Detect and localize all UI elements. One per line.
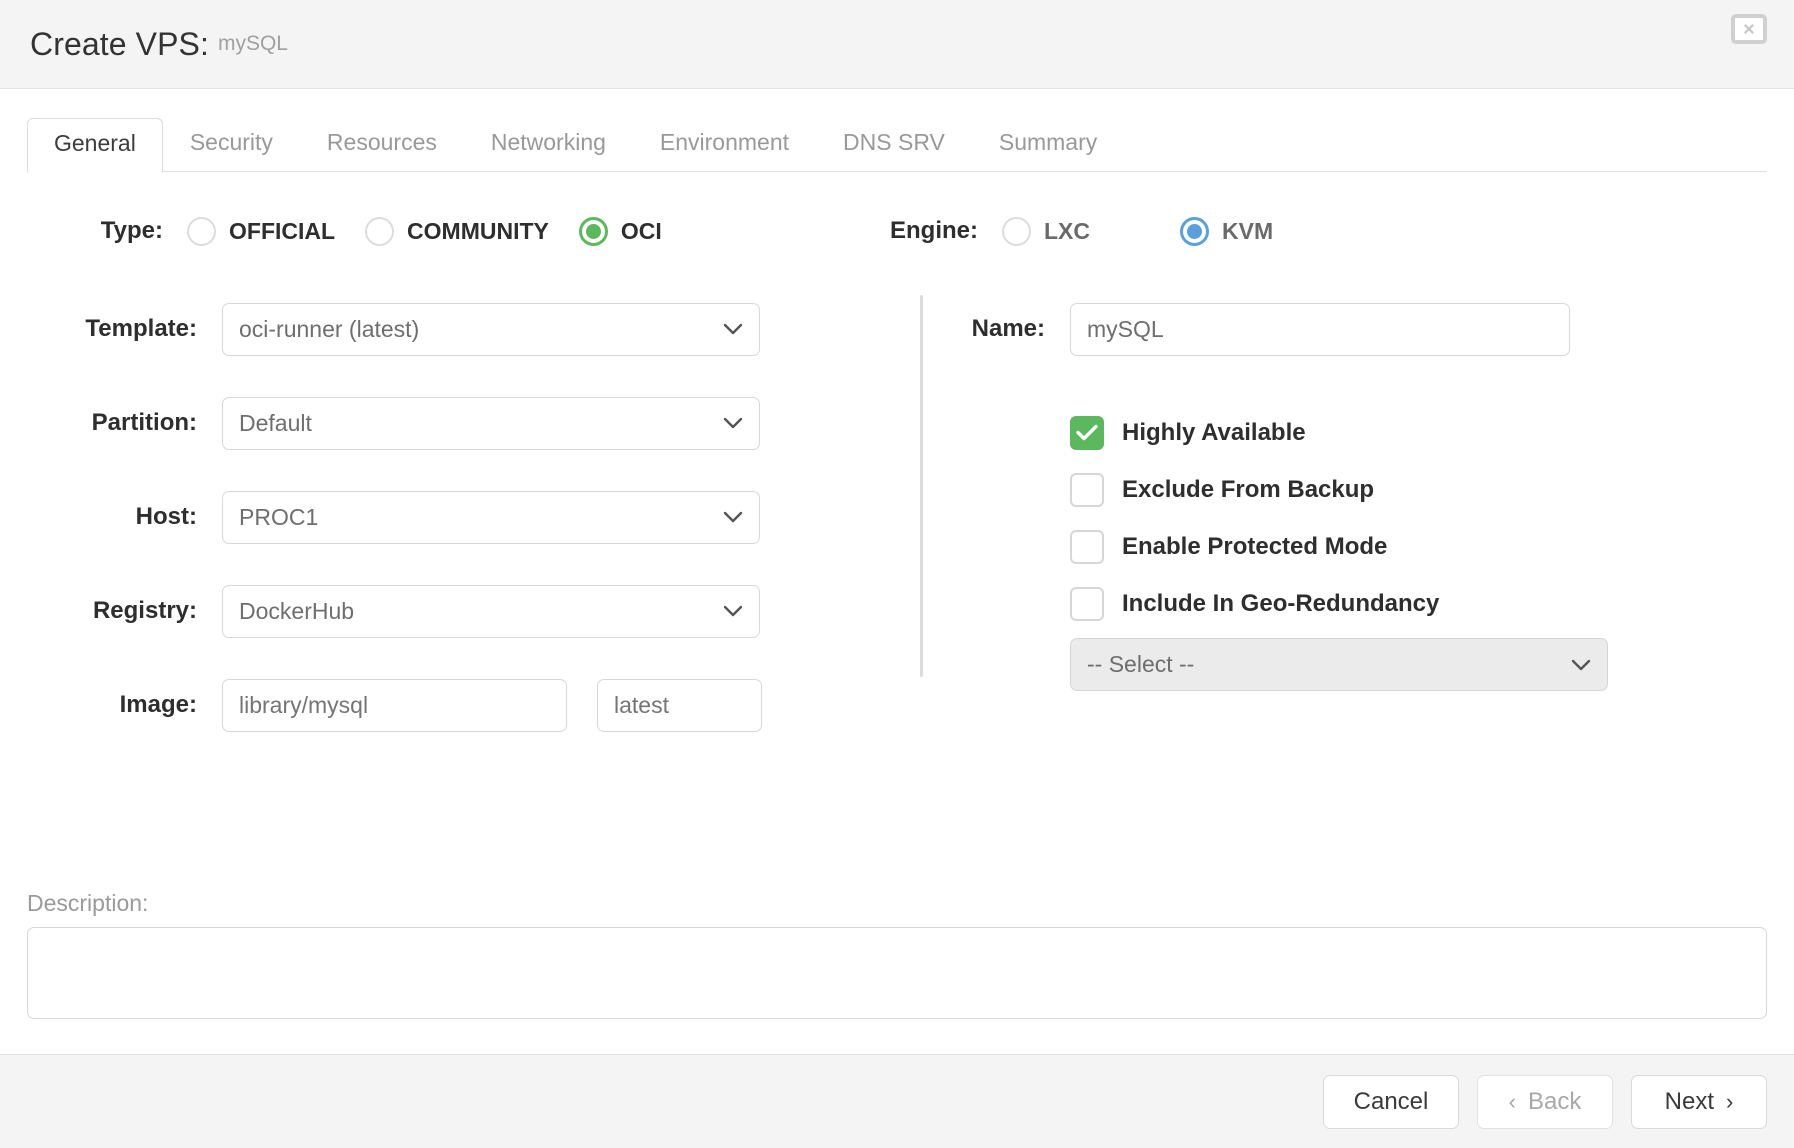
name-label: Name: (971, 315, 1045, 342)
name-input[interactable] (1070, 302, 1570, 356)
checkbox-enable-protected-mode-icon (1070, 529, 1104, 564)
dialog-body: Type: OFFICIAL COMMUNITY OCI Engine: LXC… (0, 172, 1794, 1054)
right-column: Name: Highly Available Ex (842, 282, 1767, 722)
radio-oci[interactable]: OCI (578, 216, 662, 246)
radio-kvm[interactable]: KVM (1180, 216, 1274, 246)
tab-environment[interactable]: Environment (633, 117, 816, 172)
host-select[interactable]: PROC1 (222, 490, 760, 544)
partition-select[interactable]: Default (222, 396, 760, 450)
tab-networking[interactable]: Networking (464, 117, 633, 172)
radio-lxc[interactable]: LXC (1002, 216, 1090, 246)
chevron-down-icon (723, 605, 743, 617)
chevron-left-icon: ‹ (1508, 1088, 1516, 1114)
cancel-button-label: Cancel (1353, 1087, 1429, 1115)
tab-security[interactable]: Security (163, 117, 300, 172)
engine-group: Engine: LXC KVM (842, 216, 1767, 246)
engine-label: Engine: (890, 217, 978, 244)
radio-official[interactable]: OFFICIAL (187, 216, 336, 246)
back-button-label: Back (1527, 1087, 1582, 1115)
radio-lxc-label: LXC (1044, 217, 1090, 244)
host-label: Host: (135, 503, 197, 530)
radio-kvm-label: KVM (1222, 217, 1274, 244)
type-engine-row: Type: OFFICIAL COMMUNITY OCI Engine: LXC… (27, 194, 1767, 268)
radio-oci-icon (578, 216, 608, 246)
next-button-label: Next (1664, 1087, 1715, 1115)
page-title-subject: mySQL (217, 32, 288, 55)
description-section: Description: (27, 890, 1767, 1024)
radio-community-label: COMMUNITY (407, 217, 549, 244)
template-select[interactable]: oci-runner (latest) (222, 302, 760, 356)
type-label: Type: (100, 217, 163, 244)
checkbox-highly-available-label: Highly Available (1122, 418, 1306, 446)
radio-official-label: OFFICIAL (229, 217, 336, 244)
checkbox-exclude-from-backup-icon (1070, 472, 1104, 507)
chevron-right-icon: › (1726, 1088, 1734, 1114)
image-label: Image: (119, 691, 197, 718)
radio-oci-label: OCI (620, 217, 662, 244)
chevron-down-icon (723, 511, 743, 523)
column-divider (920, 295, 923, 677)
host-value: PROC1 (239, 503, 319, 530)
template-label: Template: (85, 315, 197, 342)
checkbox-highly-available[interactable]: Highly Available (1070, 404, 1767, 461)
checkbox-enable-protected-mode[interactable]: Enable Protected Mode (1070, 518, 1767, 575)
checkbox-exclude-from-backup[interactable]: Exclude From Backup (1070, 461, 1767, 518)
radio-lxc-icon (1002, 216, 1031, 246)
page-title: Create VPS: (30, 25, 209, 62)
next-button[interactable]: Next › (1631, 1074, 1767, 1129)
checkbox-exclude-from-backup-label: Exclude From Backup (1122, 475, 1375, 503)
checkbox-enable-protected-mode-label: Enable Protected Mode (1122, 532, 1388, 560)
type-group: Type: OFFICIAL COMMUNITY OCI (27, 216, 842, 246)
registry-select[interactable]: DockerHub (222, 584, 760, 638)
tab-resources[interactable]: Resources (300, 117, 464, 172)
form-columns: Template: oci-runner (latest) Partition:… (27, 282, 1767, 732)
partition-value: Default (239, 409, 312, 436)
registry-value: DockerHub (239, 597, 355, 624)
checkbox-include-in-geo-redundancy-label: Include In Geo-Redundancy (1122, 589, 1440, 617)
template-value: oci-runner (latest) (239, 315, 420, 342)
create-vps-dialog: Create VPS: mySQL General Security Resou… (0, 0, 1794, 1148)
radio-official-icon (187, 216, 216, 246)
description-label: Description: (27, 890, 149, 916)
partition-row: Partition: Default (27, 376, 842, 470)
template-row: Template: oci-runner (latest) (27, 282, 842, 376)
back-button[interactable]: ‹ Back (1477, 1074, 1613, 1129)
radio-kvm-icon (1180, 216, 1209, 246)
tab-bar: General Security Resources Networking En… (0, 89, 1794, 173)
registry-label: Registry: (92, 597, 197, 624)
description-textarea[interactable] (27, 927, 1767, 1019)
name-row: Name: (940, 282, 1767, 376)
close-x-glyph (1744, 24, 1754, 34)
close-icon[interactable] (1731, 14, 1767, 44)
geo-redundancy-value: -- Select -- (1087, 651, 1195, 677)
image-repo-input[interactable] (222, 678, 567, 732)
tab-dns-srv[interactable]: DNS SRV (816, 117, 972, 172)
partition-label: Partition: (91, 409, 197, 436)
tab-summary[interactable]: Summary (972, 117, 1124, 172)
chevron-down-icon (723, 417, 743, 429)
image-tag-input[interactable] (597, 678, 762, 732)
host-row: Host: PROC1 (27, 470, 842, 564)
checkbox-highly-available-icon (1070, 415, 1104, 450)
radio-community[interactable]: COMMUNITY (365, 216, 549, 246)
check-icon (1076, 424, 1098, 441)
dialog-header: Create VPS: mySQL (0, 0, 1794, 89)
left-column: Template: oci-runner (latest) Partition:… (27, 282, 842, 732)
image-row: Image: (27, 658, 842, 752)
chevron-down-icon (723, 323, 743, 335)
checkbox-include-in-geo-redundancy[interactable]: Include In Geo-Redundancy (1070, 575, 1767, 632)
chevron-down-icon (1571, 659, 1591, 670)
geo-redundancy-select[interactable]: -- Select -- (1070, 638, 1608, 691)
options-checkbox-list: Highly Available Exclude From Backup Ena… (1070, 404, 1767, 691)
cancel-button[interactable]: Cancel (1323, 1074, 1459, 1129)
radio-community-icon (365, 216, 395, 246)
tab-general[interactable]: General (27, 118, 163, 173)
registry-row: Registry: DockerHub (27, 564, 842, 658)
checkbox-include-in-geo-redundancy-icon (1070, 586, 1104, 621)
dialog-footer: Cancel ‹ Back Next › (0, 1054, 1794, 1148)
